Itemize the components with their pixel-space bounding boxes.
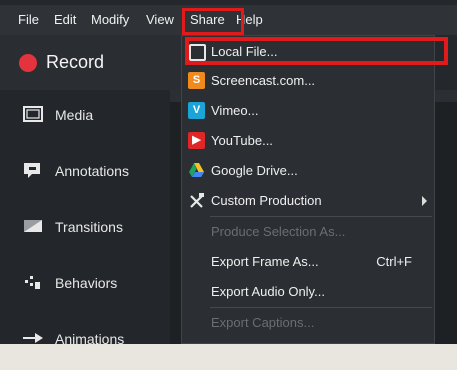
menu-item-label: Export Captions... bbox=[211, 315, 315, 330]
sidebar-item-label: Transitions bbox=[55, 219, 123, 235]
transition-icon bbox=[24, 220, 42, 232]
submenu-arrow-icon bbox=[422, 196, 427, 206]
sidebar-item-label: Behaviors bbox=[55, 275, 118, 291]
menu-item-export-captions: Export Captions... bbox=[182, 309, 434, 337]
menu-view[interactable]: View bbox=[146, 5, 174, 35]
menu-item-screencast[interactable]: S Screencast.com... bbox=[182, 67, 434, 95]
share-highlight-box bbox=[182, 8, 244, 35]
menu-file[interactable]: File bbox=[18, 5, 39, 35]
local-file-highlight-box bbox=[185, 37, 448, 65]
menu-item-label: Export Frame As... bbox=[211, 254, 319, 269]
sidebar-item-label: Animations bbox=[55, 331, 125, 347]
menu-item-produce-selection: Produce Selection As... bbox=[182, 218, 434, 246]
menu-item-custom-production[interactable]: Custom Production bbox=[182, 187, 434, 215]
menu-item-label: Export Audio Only... bbox=[211, 284, 325, 299]
menu-modify[interactable]: Modify bbox=[91, 5, 129, 35]
sidebar-item-label: Media bbox=[55, 107, 94, 123]
tools-icon bbox=[190, 193, 204, 208]
tools-sidebar: Media Annotations Transitions Behaviors … bbox=[0, 90, 170, 347]
sidebar-item-animations[interactable]: Animations bbox=[0, 314, 170, 370]
record-icon[interactable] bbox=[19, 54, 37, 72]
sidebar-item-transitions[interactable]: Transitions bbox=[0, 202, 170, 258]
menu-item-label: Produce Selection As... bbox=[211, 224, 346, 239]
menu-item-label: Screencast.com... bbox=[211, 73, 316, 88]
menu-item-label: Vimeo... bbox=[211, 103, 259, 118]
sidebar-item-annotations[interactable]: Annotations bbox=[0, 146, 170, 202]
sidebar-item-label: Annotations bbox=[55, 163, 129, 179]
speech-bubble-icon bbox=[24, 163, 40, 178]
screencast-icon: S bbox=[188, 72, 205, 89]
record-bar: Record bbox=[0, 35, 190, 90]
menu-edit[interactable]: Edit bbox=[54, 5, 76, 35]
menu-item-label: Custom Production bbox=[211, 193, 322, 208]
arrow-icon bbox=[23, 333, 43, 343]
sidebar-item-media[interactable]: Media bbox=[0, 90, 170, 146]
record-button[interactable]: Record bbox=[46, 52, 104, 73]
share-menu: Local File... S Screencast.com... V Vime… bbox=[181, 35, 435, 344]
menu-separator bbox=[210, 307, 432, 308]
menu-item-google-drive[interactable]: Google Drive... bbox=[182, 157, 434, 185]
menu-item-vimeo[interactable]: V Vimeo... bbox=[182, 97, 434, 125]
menu-item-label: Google Drive... bbox=[211, 163, 298, 178]
film-icon bbox=[23, 106, 43, 122]
menu-item-export-frame[interactable]: Export Frame As... Ctrl+F bbox=[182, 248, 434, 276]
youtube-icon: ▶ bbox=[188, 132, 205, 149]
vimeo-icon: V bbox=[188, 102, 205, 119]
menu-separator bbox=[210, 216, 432, 217]
menu-item-shortcut: Ctrl+F bbox=[376, 254, 412, 269]
camtasia-window: File Edit Modify View Share Help Record … bbox=[0, 0, 457, 347]
menu-item-export-audio[interactable]: Export Audio Only... bbox=[182, 278, 434, 306]
sidebar-item-behaviors[interactable]: Behaviors bbox=[0, 258, 170, 314]
behaviors-icon bbox=[25, 276, 40, 289]
menu-item-youtube[interactable]: ▶ YouTube... bbox=[182, 127, 434, 155]
google-drive-icon bbox=[189, 163, 204, 177]
menu-item-label: YouTube... bbox=[211, 133, 273, 148]
